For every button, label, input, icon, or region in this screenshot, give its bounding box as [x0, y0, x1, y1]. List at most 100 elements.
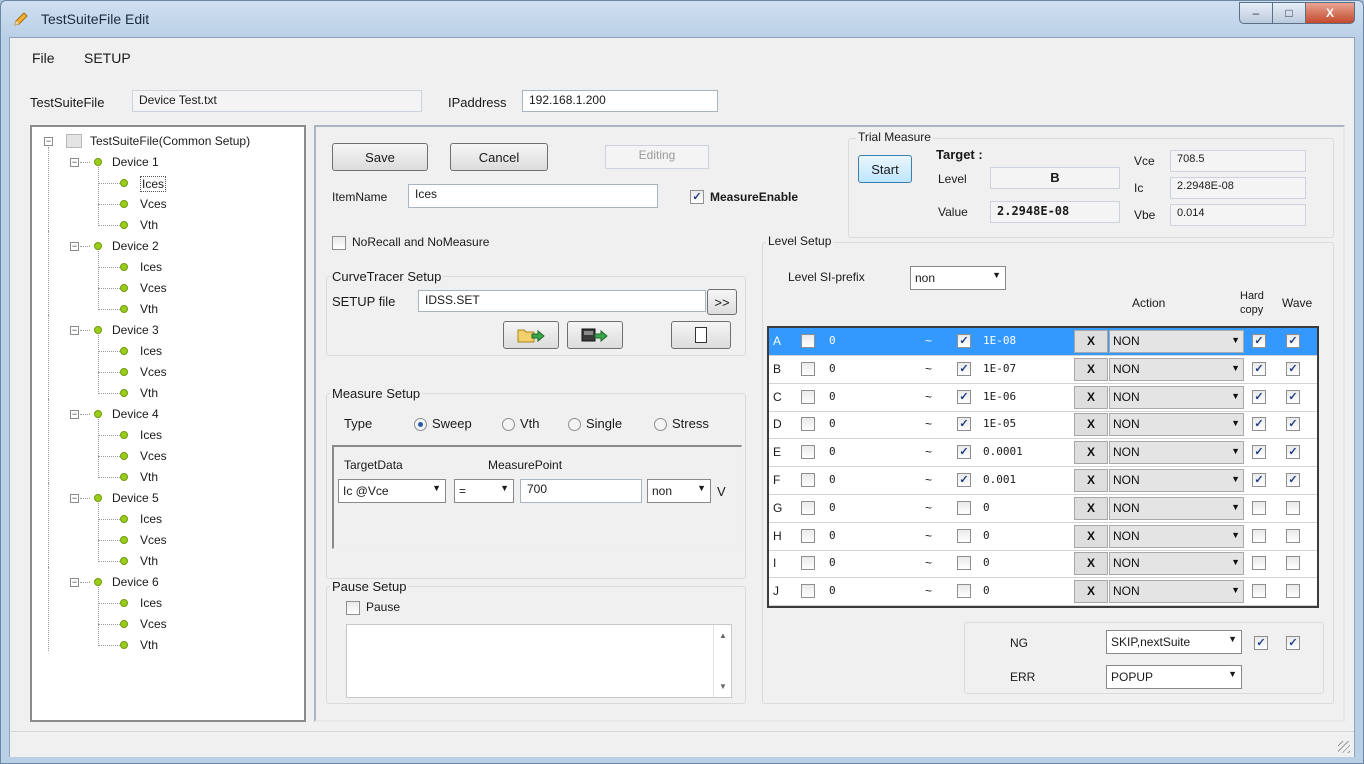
hardcopy-checkbox[interactable]	[1252, 500, 1266, 515]
import-button[interactable]	[503, 321, 559, 349]
wave-checkbox[interactable]: ✓	[1286, 417, 1300, 432]
wave-checkbox[interactable]	[1286, 556, 1300, 571]
tree-item[interactable]: Vces	[140, 197, 167, 211]
type-sweep-radio[interactable]	[414, 418, 427, 431]
level-x-button[interactable]: X	[1074, 469, 1108, 492]
low-enable-checkbox[interactable]	[801, 445, 815, 460]
textarea-scrollbar[interactable]: ▲ ▼	[713, 625, 731, 697]
action-select[interactable]: NON ▼	[1109, 357, 1244, 381]
compare-select[interactable]: = ▼	[454, 479, 514, 503]
action-select[interactable]: NON ▼	[1109, 385, 1244, 409]
save-button[interactable]: Save	[332, 143, 428, 171]
low-enable-checkbox[interactable]	[801, 556, 815, 571]
blank-button[interactable]	[671, 321, 731, 349]
close-button[interactable]: X	[1305, 2, 1355, 24]
level-row[interactable]: D 0 ~ ✓ 1E-05 X NON ▼ ✓ ✓	[769, 411, 1317, 440]
level-row[interactable]: G 0 ~0 X NON ▼	[769, 495, 1317, 523]
transfer-button[interactable]	[567, 321, 623, 349]
tree-device[interactable]: Device 5	[112, 491, 159, 505]
tree-item[interactable]: Vces	[140, 365, 167, 379]
low-enable-checkbox[interactable]	[801, 334, 815, 348]
ipaddress-input[interactable]: 192.168.1.200	[522, 90, 718, 112]
tree-item[interactable]: Ices	[140, 344, 162, 358]
high-value[interactable]: 0.0001	[983, 445, 1023, 458]
hardcopy-checkbox[interactable]	[1252, 584, 1266, 599]
itemname-input[interactable]: Ices	[408, 184, 658, 208]
wave-checkbox[interactable]	[1286, 500, 1300, 515]
low-value[interactable]: 0	[829, 501, 836, 514]
collapse-icon[interactable]: −	[70, 326, 79, 335]
tree-item[interactable]: Vth	[140, 638, 158, 652]
low-enable-checkbox[interactable]	[801, 528, 815, 543]
tree-item[interactable]: Vth	[140, 302, 158, 316]
high-enable-checkbox[interactable]: ✓	[957, 473, 971, 487]
high-value[interactable]: 0	[983, 529, 990, 542]
level-x-button[interactable]: X	[1074, 413, 1108, 437]
pause-message-textarea[interactable]: ▲ ▼	[346, 624, 732, 698]
pause-checkbox[interactable]	[346, 601, 360, 615]
wave-checkbox[interactable]	[1286, 584, 1300, 599]
tree-device[interactable]: Device 1	[112, 155, 159, 169]
level-row[interactable]: A 0 ~ ✓ 1E-08 X NON ▼ ✓ ✓	[769, 328, 1317, 356]
low-enable-checkbox[interactable]	[801, 500, 815, 515]
cancel-button[interactable]: Cancel	[450, 143, 548, 171]
wave-checkbox[interactable]: ✓	[1286, 361, 1300, 376]
action-select[interactable]: NON ▼	[1109, 469, 1244, 492]
collapse-icon[interactable]: −	[70, 494, 79, 503]
high-value[interactable]: 1E-08	[983, 334, 1016, 347]
level-row[interactable]: I 0 ~0 X NON ▼	[769, 550, 1317, 579]
level-row[interactable]: B 0 ~ ✓ 1E-07 X NON ▼ ✓ ✓	[769, 356, 1317, 384]
tree-item[interactable]: Vces	[140, 533, 167, 547]
low-value[interactable]: 0	[829, 362, 836, 375]
action-select[interactable]: NON ▼	[1109, 552, 1244, 576]
hardcopy-checkbox[interactable]	[1252, 556, 1266, 571]
tree-item[interactable]: Ices	[140, 428, 162, 442]
tree-item[interactable]: Vces	[140, 281, 167, 295]
maximize-button[interactable]: □	[1272, 2, 1306, 24]
hardcopy-checkbox[interactable]: ✓	[1252, 473, 1266, 487]
hardcopy-checkbox[interactable]: ✓	[1252, 334, 1266, 348]
measurepoint-input[interactable]: 700	[520, 479, 642, 503]
action-select[interactable]: NON ▼	[1109, 413, 1244, 437]
level-x-button[interactable]: X	[1074, 441, 1108, 465]
tree-item[interactable]: Vth	[140, 218, 158, 232]
ng-select[interactable]: SKIP,nextSuite ▼	[1106, 630, 1242, 654]
low-enable-checkbox[interactable]	[801, 584, 815, 599]
tree-item[interactable]: Vth	[140, 554, 158, 568]
type-stress-radio[interactable]	[654, 418, 667, 431]
type-single-radio[interactable]	[568, 418, 581, 431]
level-x-button[interactable]: X	[1074, 580, 1108, 604]
level-x-button[interactable]: X	[1074, 330, 1108, 353]
tree-device[interactable]: Device 3	[112, 323, 159, 337]
level-x-button[interactable]: X	[1074, 385, 1108, 409]
menu-file[interactable]: File	[32, 50, 55, 66]
tree-device[interactable]: Device 6	[112, 575, 159, 589]
tree-item[interactable]: Vces	[140, 449, 167, 463]
collapse-icon[interactable]: −	[70, 242, 79, 251]
high-value[interactable]: 0	[983, 501, 990, 514]
wave-checkbox[interactable]: ✓	[1286, 389, 1300, 404]
low-enable-checkbox[interactable]	[801, 417, 815, 432]
norecall-checkbox[interactable]	[332, 236, 346, 250]
high-enable-checkbox[interactable]: ✓	[957, 361, 971, 376]
low-value[interactable]: 0	[829, 417, 836, 430]
high-value[interactable]: 1E-07	[983, 362, 1016, 375]
high-enable-checkbox[interactable]: ✓	[957, 417, 971, 432]
low-enable-checkbox[interactable]	[801, 389, 815, 404]
targetdata-select[interactable]: Ic @Vce ▼	[338, 479, 446, 503]
hardcopy-checkbox[interactable]: ✓	[1252, 361, 1266, 376]
high-enable-checkbox[interactable]	[957, 528, 971, 543]
action-select[interactable]: NON ▼	[1109, 441, 1244, 465]
collapse-icon[interactable]: −	[70, 578, 79, 587]
low-value[interactable]: 0	[829, 529, 836, 542]
hardcopy-checkbox[interactable]: ✓	[1252, 389, 1266, 404]
low-enable-checkbox[interactable]	[801, 473, 815, 487]
tree-root[interactable]: TestSuiteFile(Common Setup)	[90, 134, 250, 148]
low-value[interactable]: 0	[829, 473, 836, 486]
ng-wave-checkbox[interactable]: ✓	[1286, 636, 1300, 650]
wave-checkbox[interactable]: ✓	[1286, 473, 1300, 487]
wave-checkbox[interactable]	[1286, 528, 1300, 543]
level-x-button[interactable]: X	[1074, 496, 1108, 520]
level-row[interactable]: J 0 ~0 X NON ▼	[769, 578, 1317, 607]
high-enable-checkbox[interactable]: ✓	[957, 445, 971, 460]
